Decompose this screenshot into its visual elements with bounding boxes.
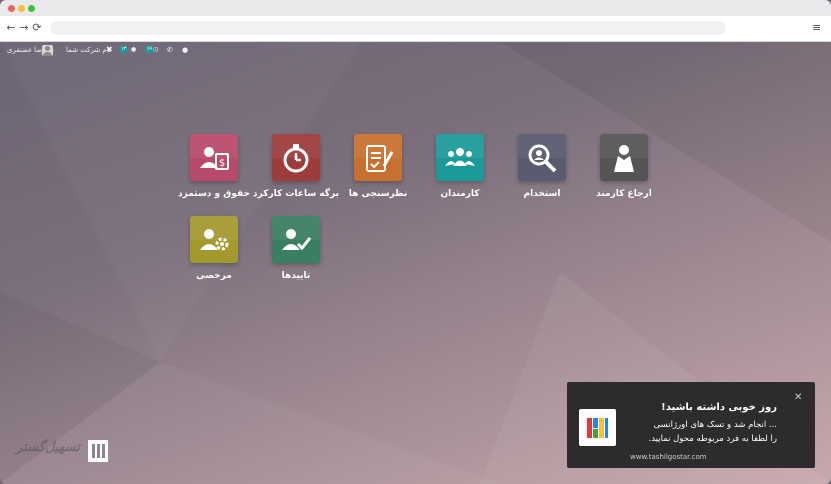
- notification-line2: را لطفا به فرد مربوطه محول نمایید.: [648, 434, 777, 444]
- systray: علیرضا غضنفری نام شرکت شما ✖ ۱۳ ● ۶۶ ◷ ✆…: [0, 42, 831, 58]
- help-icon[interactable]: ●: [182, 45, 188, 55]
- watermark-logo-icon: [88, 440, 108, 462]
- user-avatar[interactable]: [42, 45, 53, 56]
- app-label: نظرسنجی ها: [348, 189, 408, 199]
- close-window-button[interactable]: [8, 5, 15, 12]
- forward-arrow-icon[interactable]: →: [18, 21, 30, 35]
- app-approvals[interactable]: تاییدها: [251, 216, 341, 296]
- app-label: حقوق و دستمزد: [178, 189, 250, 199]
- tashilgostar-logo-icon: [579, 409, 616, 446]
- chat-icon[interactable]: ●: [131, 45, 136, 55]
- app-label: مرخصی: [196, 271, 232, 281]
- notification-line1: ... انجام شد و تسک های اورژانسی: [653, 420, 777, 430]
- app-label: استخدام: [523, 189, 561, 199]
- svg-text:$: $: [219, 158, 225, 169]
- back-arrow-icon[interactable]: ←: [5, 21, 17, 35]
- minimize-window-button[interactable]: [18, 5, 25, 12]
- chat-count-badge: ۱۳: [119, 46, 129, 53]
- clock-icon[interactable]: ◷: [153, 45, 158, 55]
- app-label: ارجاع کارمند: [596, 189, 652, 199]
- maximize-window-button[interactable]: [28, 5, 35, 12]
- magnifier-person-icon: [518, 134, 566, 181]
- window-titlebar: [0, 0, 831, 16]
- browser-window: ← → ⟳ ≡ علیرضا غضنفری نام شرکت شما ✖ ۱۳ …: [0, 0, 831, 484]
- app-time-off[interactable]: مرخصی: [169, 216, 259, 296]
- stopwatch-icon: [272, 134, 320, 181]
- app-label: تاییدها: [281, 271, 311, 281]
- app-home: علیرضا غضنفری نام شرکت شما ✖ ۱۳ ● ۶۶ ◷ ✆…: [0, 42, 831, 484]
- app-referral[interactable]: ارجاع کارمند: [579, 134, 669, 214]
- notification-title: روز خوبی داشته باشید!: [661, 402, 777, 413]
- app-label: برگه ساعات کارکرد: [253, 189, 339, 199]
- app-payroll[interactable]: $ حقوق و دستمزد: [169, 134, 259, 214]
- app-recruitment[interactable]: استخدام: [497, 134, 587, 214]
- payroll-person-icon: $: [190, 134, 238, 181]
- notification-toast: ✕ روز خوبی داشته باشید! ... انجام شد و ت…: [567, 382, 815, 468]
- tools-icon[interactable]: ✖: [106, 45, 113, 55]
- people-group-icon: [436, 134, 484, 181]
- person-gear-icon: [190, 216, 238, 263]
- close-icon[interactable]: ✕: [794, 392, 802, 403]
- app-label: کارمندان: [440, 189, 480, 199]
- phone-icon[interactable]: ✆: [167, 45, 173, 55]
- app-timesheets[interactable]: برگه ساعات کارکرد: [251, 134, 341, 214]
- person-check-icon: [272, 216, 320, 263]
- company-name[interactable]: نام شرکت شما: [66, 45, 111, 55]
- person-cape-icon: [600, 134, 648, 181]
- reload-icon[interactable]: ⟳: [31, 21, 43, 35]
- browser-toolbar: ← → ⟳ ≡: [0, 16, 831, 42]
- address-bar[interactable]: [50, 21, 726, 35]
- watermark-text: تسهیل‌گستر: [16, 440, 80, 455]
- app-surveys[interactable]: نظرسنجی ها: [333, 134, 423, 214]
- app-employees[interactable]: کارمندان: [415, 134, 505, 214]
- notification-url[interactable]: www.tashilgostar.com: [630, 453, 707, 461]
- browser-menu-icon[interactable]: ≡: [812, 21, 821, 35]
- clipboard-pen-icon: [354, 134, 402, 181]
